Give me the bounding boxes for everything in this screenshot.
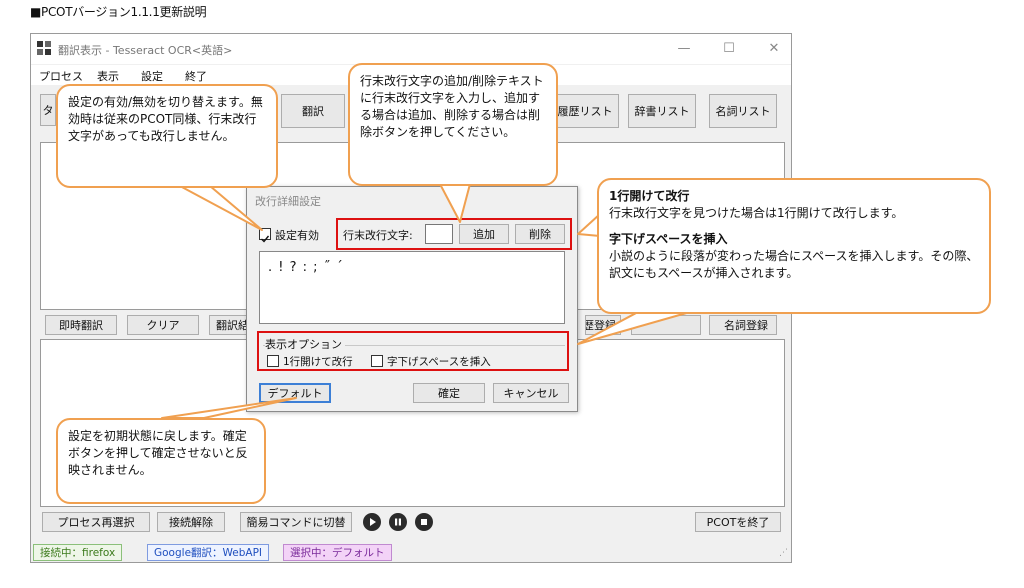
menu-view[interactable]: 表示: [97, 68, 119, 84]
status-connected: 接続中：firefox: [33, 544, 123, 561]
dialog-title: 改行詳細設定: [255, 195, 321, 208]
callout-default-button: 設定を初期状態に戻します。確定ボタンを押して確定させないと反映されません。: [56, 418, 266, 504]
status-engine: Google翻訳：WebAPI: [147, 544, 270, 561]
maximize-button[interactable]: ☐: [714, 38, 744, 60]
options-legend: 表示オプション: [265, 336, 345, 352]
minimize-button[interactable]: —: [669, 38, 699, 60]
tab-button-partial[interactable]: タ: [40, 94, 56, 126]
instant-translate-button[interactable]: 即時翻訳: [45, 315, 117, 335]
window-title: 翻訳表示 - Tesseract OCR<英語>: [58, 44, 233, 57]
indent-option-checkbox[interactable]: [371, 355, 383, 367]
page-heading: ■PCOTバージョン1.1.1更新説明: [30, 5, 207, 19]
delete-button[interactable]: 削除: [515, 224, 565, 244]
translate-result-button[interactable]: 翻訳結: [209, 315, 251, 335]
stop-icon[interactable]: [415, 513, 433, 531]
blank-line-option-checkbox[interactable]: [267, 355, 279, 367]
dictionary-register-button[interactable]: [631, 315, 701, 335]
ok-button[interactable]: 確定: [413, 383, 485, 403]
callout-option2-text: 小説のように段落が変わった場合にスペースを挿入します。その際、訳文にもスペースが…: [609, 249, 979, 280]
blank-line-option-label: 1行開けて改行: [283, 356, 353, 368]
settings-enabled-label: 設定有効: [275, 229, 319, 242]
history-list-button[interactable]: 履歴リスト: [551, 94, 619, 128]
play-icon[interactable]: [363, 513, 381, 531]
dictionary-list-button[interactable]: 辞書リスト: [628, 94, 696, 128]
close-button[interactable]: ✕: [759, 38, 789, 60]
title-bar: 翻訳表示 - Tesseract OCR<英語> — ☐ ✕: [31, 34, 791, 64]
menu-process[interactable]: プロセス: [39, 68, 83, 84]
eol-char-list[interactable]: . ! ? : ; ˝ ´: [259, 251, 565, 324]
settings-enabled-checkbox[interactable]: [259, 228, 271, 243]
disconnect-button[interactable]: 接続解除: [157, 512, 225, 532]
exit-pcot-button[interactable]: PCOTを終了: [695, 512, 781, 532]
eol-char-input[interactable]: [425, 224, 453, 244]
callout-option2-title: 字下げスペースを挿入: [609, 232, 728, 246]
pause-icon[interactable]: [389, 513, 407, 531]
menu-settings[interactable]: 設定: [141, 68, 163, 84]
indent-option-label: 字下げスペースを挿入: [387, 356, 491, 368]
process-reselect-button[interactable]: プロセス再選択: [42, 512, 150, 532]
simple-command-toggle-button[interactable]: 簡易コマンドに切替: [240, 512, 352, 532]
add-button[interactable]: 追加: [459, 224, 509, 244]
app-icon: [37, 41, 52, 56]
callout-enable-toggle: 設定の有効/無効を切り替えます。無効時は従来のPCOT同様、行末改行文字があって…: [56, 84, 278, 188]
default-button[interactable]: デフォルト: [259, 383, 331, 403]
cancel-button[interactable]: キャンセル: [493, 383, 569, 403]
callout-option1-text: 行末改行文字を見つけた場合は1行開けて改行します。: [609, 206, 904, 220]
history-register-button[interactable]: 歴登録: [585, 315, 621, 335]
callout-eol-add-delete: 行末改行文字の追加/削除テキストに行末改行文字を入力し、追加する場合は追加、削除…: [348, 63, 558, 186]
translate-button[interactable]: 翻訳: [281, 94, 345, 128]
callout-display-options: 1行開けて改行 行末改行文字を見つけた場合は1行開けて改行します。 字下げスペー…: [597, 178, 991, 314]
clear-button[interactable]: クリア: [127, 315, 199, 335]
menu-exit[interactable]: 終了: [185, 68, 207, 84]
noun-register-button[interactable]: 名詞登録: [709, 315, 777, 335]
eol-char-label: 行末改行文字:: [343, 229, 413, 242]
status-selected: 選択中：デフォルト: [283, 544, 392, 561]
eol-char-list-text: . ! ? : ; ˝ ´: [268, 260, 344, 275]
noun-list-button[interactable]: 名詞リスト: [709, 94, 777, 128]
line-break-settings-dialog: 改行詳細設定 設定有効 行末改行文字: 追加 削除 . ! ? : ; ˝ ´ …: [246, 186, 578, 412]
resize-grip-icon[interactable]: ⋰: [779, 548, 788, 558]
callout-option1-title: 1行開けて改行: [609, 189, 690, 203]
